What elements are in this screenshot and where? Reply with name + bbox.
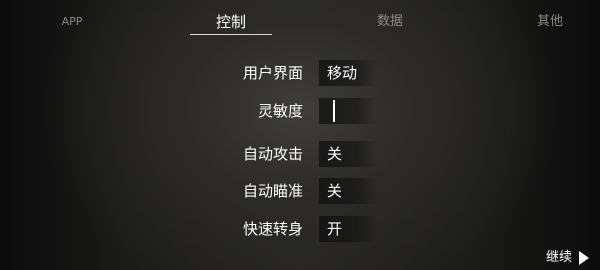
setting-row-auto-attack: 自动攻击 关 (200, 141, 400, 167)
sensitivity-slider[interactable] (319, 98, 377, 124)
setting-value-auto-aim[interactable]: 关 (319, 178, 377, 204)
setting-label-quick-turn: 快速转身 (242, 220, 303, 238)
setting-value-user-interface[interactable]: 移动 (319, 60, 377, 86)
setting-row-user-interface: 用户界面 移动 (200, 60, 400, 86)
setting-label-auto-attack: 自动攻击 (242, 145, 303, 163)
setting-value-auto-attack[interactable]: 关 (319, 141, 377, 167)
setting-label-auto-aim: 自动瞄准 (242, 182, 303, 200)
controls-settings-panel: 用户界面 移动 灵敏度 自动攻击 关 自动瞄准 关 快速转身 开 (0, 0, 600, 270)
setting-label-user-interface: 用户界面 (242, 64, 303, 82)
setting-row-quick-turn: 快速转身 开 (200, 216, 400, 242)
play-triangle-icon (579, 251, 589, 265)
continue-label: 继续 (546, 250, 573, 265)
setting-value-quick-turn[interactable]: 开 (319, 216, 377, 242)
setting-label-sensitivity: 灵敏度 (257, 102, 303, 120)
setting-row-sensitivity: 灵敏度 (200, 98, 400, 124)
continue-button[interactable]: 继续 (546, 248, 590, 268)
setting-row-auto-aim: 自动瞄准 关 (200, 178, 400, 204)
sensitivity-slider-handle[interactable] (333, 100, 335, 122)
